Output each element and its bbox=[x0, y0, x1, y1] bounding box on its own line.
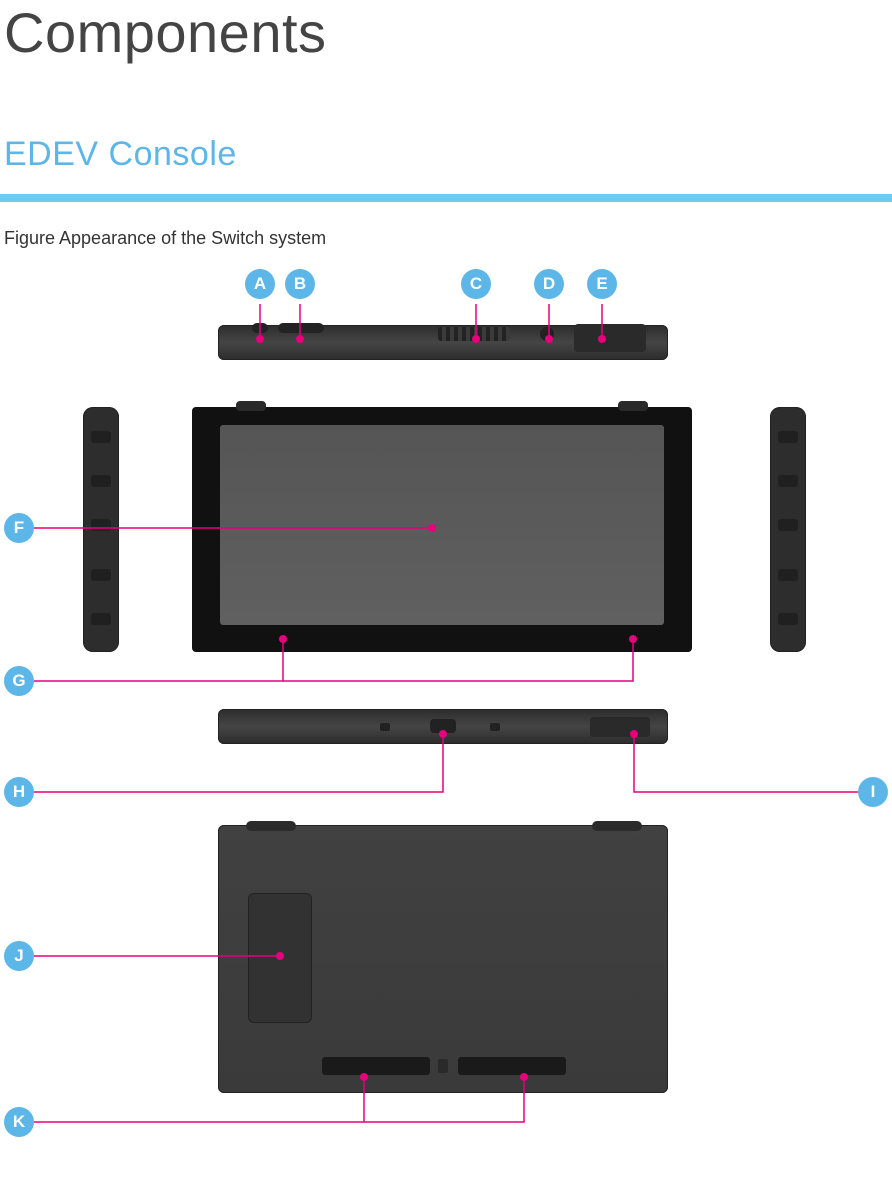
callout-i: I bbox=[858, 777, 888, 807]
page-title: Components bbox=[4, 0, 892, 65]
callout-k: K bbox=[4, 1107, 34, 1137]
callout-j: J bbox=[4, 941, 34, 971]
callout-c: C bbox=[461, 269, 491, 299]
figure: A B C D E F bbox=[0, 269, 892, 1139]
callout-g: G bbox=[4, 666, 34, 696]
callout-f: F bbox=[4, 513, 34, 543]
figure-caption: Figure Appearance of the Switch system bbox=[4, 228, 892, 249]
divider bbox=[0, 194, 892, 202]
callout-d: D bbox=[534, 269, 564, 299]
callout-b: B bbox=[285, 269, 315, 299]
callout-e: E bbox=[587, 269, 617, 299]
callout-h: H bbox=[4, 777, 34, 807]
callout-a: A bbox=[245, 269, 275, 299]
section-title: EDEV Console bbox=[4, 135, 892, 174]
